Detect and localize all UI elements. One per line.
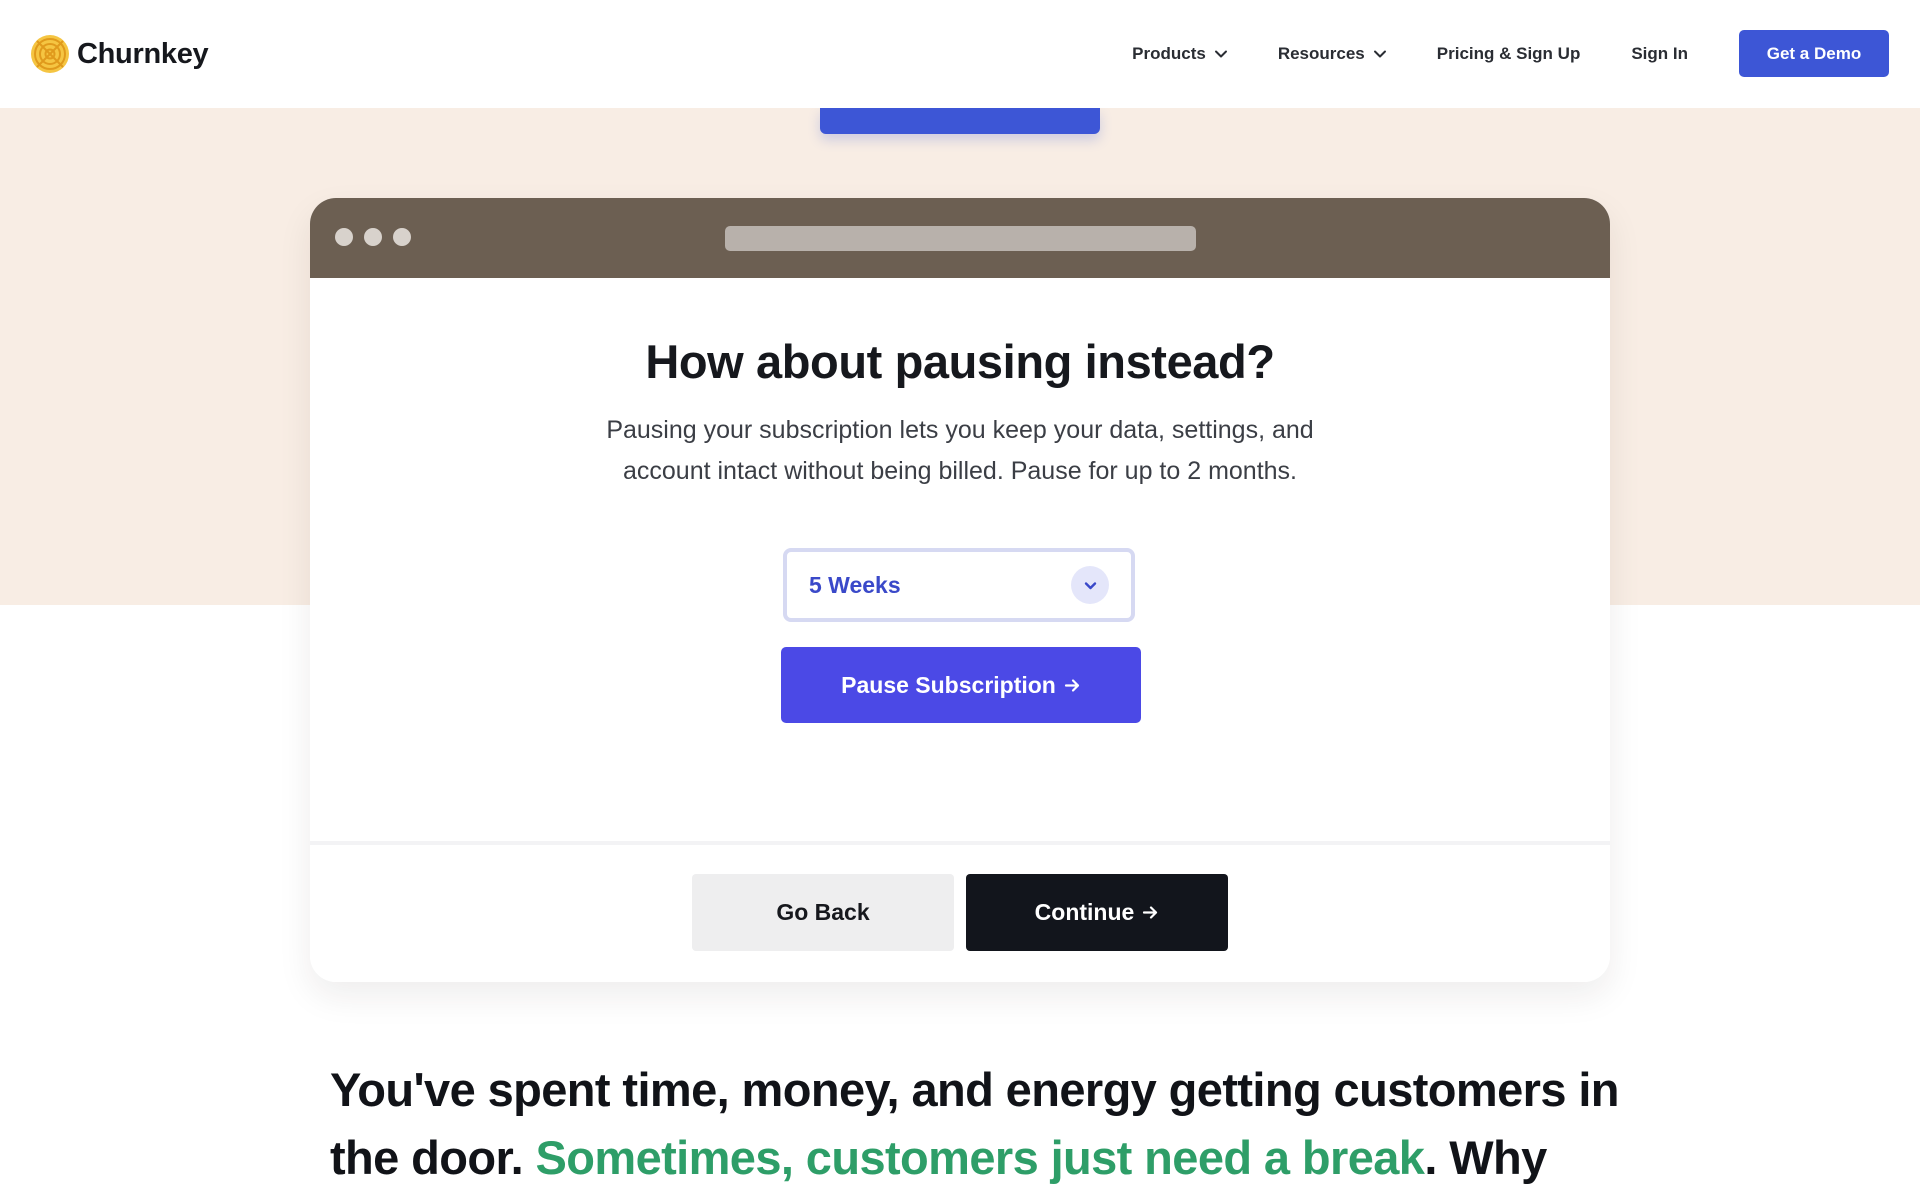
window-dot <box>364 228 382 246</box>
continue-label: Continue <box>1034 899 1135 925</box>
partial-hero-button[interactable] <box>820 108 1100 134</box>
nav-products[interactable]: Products <box>1132 44 1228 64</box>
headline-tail: . Why <box>1424 1131 1547 1184</box>
primary-nav: Products Resources Pricing & Sign Up Sig… <box>1132 30 1889 77</box>
window-dot <box>393 228 411 246</box>
pause-subscription-label: Pause Subscription <box>841 671 1056 698</box>
top-navbar: Churnkey Products Resources Pricing & Si… <box>0 0 1920 108</box>
address-bar <box>725 226 1196 251</box>
pause-duration-value: 5 Weeks <box>809 571 901 598</box>
nav-resources-label: Resources <box>1277 43 1365 63</box>
arrow-right-icon <box>1143 906 1158 919</box>
go-back-button[interactable]: Go Back <box>692 874 954 951</box>
pause-offer-description: Pausing your subscription lets you keep … <box>606 416 1314 485</box>
brand-name: Churnkey <box>77 37 209 70</box>
browser-chrome-bar <box>310 198 1610 278</box>
pause-offer-title: How about pausing instead? <box>645 335 1275 388</box>
select-chevron-button <box>1071 566 1109 604</box>
cancel-flow-mockup: How about pausing instead? Pausing your … <box>310 198 1610 982</box>
nav-products-label: Products <box>1132 43 1206 63</box>
pause-subscription-button[interactable]: Pause Subscription <box>781 647 1141 723</box>
window-dot <box>335 228 353 246</box>
section-headline: You've spent time, money, and energy get… <box>330 1056 1630 1192</box>
churnkey-logo-icon <box>31 35 69 73</box>
headline-highlight: Sometimes, customers just need a break <box>535 1131 1425 1184</box>
pause-duration-select[interactable]: 5 Weeks <box>783 548 1135 622</box>
get-demo-button[interactable]: Get a Demo <box>1739 30 1889 77</box>
nav-sign-in-link[interactable]: Sign In <box>1631 44 1688 64</box>
nav-resources[interactable]: Resources <box>1278 44 1387 64</box>
continue-button[interactable]: Continue <box>966 874 1228 951</box>
chevron-down-icon <box>1084 581 1096 589</box>
arrow-right-icon <box>1064 678 1079 692</box>
chevron-down-icon <box>1373 50 1386 57</box>
chevron-down-icon <box>1214 50 1227 57</box>
cancel-flow-footer: Go Back Continue <box>310 841 1610 982</box>
brand-logo-link[interactable]: Churnkey <box>29 33 209 75</box>
nav-pricing-signup-link[interactable]: Pricing & Sign Up <box>1437 44 1581 64</box>
